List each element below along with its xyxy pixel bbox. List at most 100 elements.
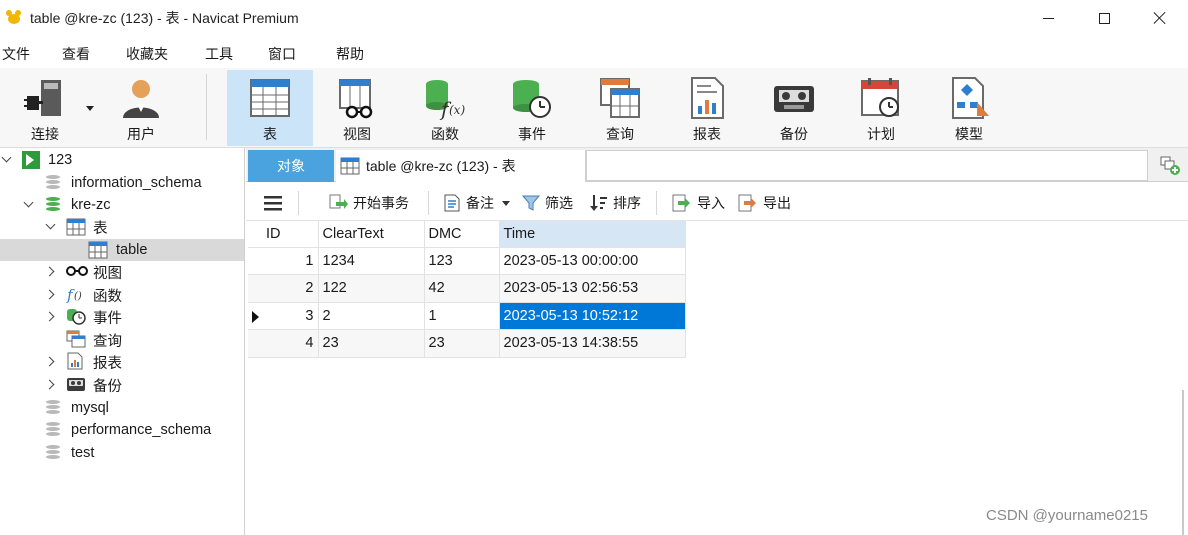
cell-cleartext[interactable]: 122 <box>318 274 425 303</box>
chevron-right-icon[interactable] <box>46 379 56 389</box>
cell-dmc[interactable]: 42 <box>424 274 500 303</box>
tree-db-kre-zc[interactable]: kre-zc <box>0 194 244 216</box>
column-header-id[interactable]: ID <box>262 221 319 248</box>
connection-label: 123 <box>48 152 73 168</box>
export-button[interactable]: 导出 <box>738 193 791 213</box>
cell-cleartext[interactable]: 23 <box>318 329 425 358</box>
chevron-right-icon[interactable] <box>46 289 56 299</box>
object-tree: 123 information_schema kre-zc 表 table 视图… <box>0 148 245 535</box>
sort-button[interactable]: 排序 <box>590 193 641 213</box>
chevron-right-icon[interactable] <box>46 356 56 366</box>
close-button[interactable] <box>1132 0 1188 36</box>
grid-header-row: ID ClearText DMC Time <box>248 221 686 248</box>
tree-db-mysql[interactable]: mysql <box>0 397 244 419</box>
functions-folder-label: 函数 <box>93 288 122 305</box>
cell-time[interactable]: 2023-05-13 02:56:53 <box>499 274 686 303</box>
cell-time-selected[interactable]: 2023-05-13 10:52:12 <box>499 302 686 330</box>
table-row[interactable]: 1 1234 123 2023-05-13 00:00:00 <box>248 247 686 275</box>
menu-help[interactable]: 帮助 <box>336 44 364 64</box>
row-marker[interactable] <box>248 247 262 275</box>
column-header-cleartext[interactable]: ClearText <box>318 221 425 248</box>
cell-cleartext[interactable]: 2 <box>318 302 425 330</box>
menu-file[interactable]: 文件 <box>2 44 30 64</box>
filter-button[interactable]: 筛选 <box>522 193 573 213</box>
import-button[interactable]: 导入 <box>672 193 725 213</box>
backup-button[interactable]: 备份 <box>751 70 837 146</box>
tree-events-folder[interactable]: 事件 <box>0 306 244 328</box>
note-button[interactable]: 备注 <box>443 193 510 213</box>
cell-dmc[interactable]: 1 <box>424 302 500 330</box>
export-icon <box>738 194 756 212</box>
tree-connection[interactable]: 123 <box>0 149 244 171</box>
cell-cleartext[interactable]: 1234 <box>318 247 425 275</box>
close-icon <box>1153 11 1167 25</box>
begin-transaction-button[interactable]: 开始事务 <box>328 193 409 213</box>
data-grid: ID ClearText DMC Time 1 1234 123 2023-05… <box>248 221 686 358</box>
column-header-time[interactable]: Time <box>499 221 686 248</box>
model-button[interactable]: 模型 <box>926 70 1012 146</box>
chevron-down-icon[interactable] <box>46 221 56 231</box>
column-header-dmc[interactable]: DMC <box>424 221 500 248</box>
cell-id[interactable]: 4 <box>262 329 319 358</box>
maximize-button[interactable] <box>1076 0 1132 36</box>
hamburger-icon <box>264 196 282 211</box>
view-icon <box>335 76 379 120</box>
row-marker[interactable] <box>248 329 262 358</box>
user-icon <box>119 76 163 120</box>
cell-dmc[interactable]: 23 <box>424 329 500 358</box>
menu-view[interactable]: 查看 <box>62 44 90 64</box>
tree-functions-folder[interactable]: f() 函数 <box>0 284 244 306</box>
user-button[interactable]: 用户 <box>98 70 184 146</box>
export-label: 导出 <box>763 195 791 211</box>
chevron-down-icon[interactable] <box>502 200 510 206</box>
cell-time[interactable]: 2023-05-13 14:38:55 <box>499 329 686 358</box>
table-row-selected[interactable]: 3 2 1 2023-05-13 10:52:12 <box>248 302 686 330</box>
table-row[interactable]: 4 23 23 2023-05-13 14:38:55 <box>248 329 686 358</box>
tree-reports-folder[interactable]: 报表 <box>0 351 244 373</box>
tree-table-item[interactable]: table <box>0 239 244 261</box>
new-object-button[interactable] <box>1160 156 1182 176</box>
cell-id[interactable]: 3 <box>262 302 319 330</box>
tree-db-test[interactable]: test <box>0 442 244 464</box>
add-object-icon <box>1160 156 1180 175</box>
tree-db-performance-schema[interactable]: performance_schema <box>0 419 244 441</box>
schedule-button[interactable]: 计划 <box>838 70 924 146</box>
chevron-down-icon[interactable] <box>86 106 94 111</box>
backups-folder-label: 备份 <box>93 378 122 395</box>
chevron-down-icon[interactable] <box>24 199 34 209</box>
table-row[interactable]: 2 122 42 2023-05-13 02:56:53 <box>248 274 686 303</box>
chevron-right-icon[interactable] <box>46 311 56 321</box>
cell-dmc[interactable]: 123 <box>424 247 500 275</box>
chevron-down-icon[interactable] <box>2 154 12 164</box>
menu-hamburger-button[interactable] <box>264 193 282 213</box>
event-icon <box>66 307 86 325</box>
view-button[interactable]: 视图 <box>314 70 400 146</box>
function-icon: f (x) <box>423 76 467 121</box>
event-button[interactable]: 事件 <box>489 70 575 146</box>
menu-tools[interactable]: 工具 <box>205 44 233 64</box>
tree-backups-folder[interactable]: 备份 <box>0 374 244 396</box>
tab-table-document[interactable]: table @kre-zc (123) - 表 <box>336 150 586 182</box>
cell-id[interactable]: 2 <box>262 274 319 303</box>
table-button[interactable]: 表 <box>227 70 313 146</box>
tree-tables-folder[interactable]: 表 <box>0 216 244 238</box>
chevron-right-icon[interactable] <box>46 266 56 276</box>
cell-time[interactable]: 2023-05-13 00:00:00 <box>499 247 686 275</box>
query-button[interactable]: 查询 <box>577 70 663 146</box>
row-marker[interactable] <box>248 302 262 330</box>
function-button[interactable]: f (x) 函数 <box>402 70 488 146</box>
row-marker[interactable] <box>248 274 262 303</box>
cell-id[interactable]: 1 <box>262 247 319 275</box>
tree-views-folder[interactable]: 视图 <box>0 261 244 283</box>
menu-window[interactable]: 窗口 <box>268 44 296 64</box>
report-button[interactable]: 报表 <box>664 70 750 146</box>
tree-db-information-schema[interactable]: information_schema <box>0 172 244 194</box>
minimize-button[interactable] <box>1020 0 1076 36</box>
tree-queries-folder[interactable]: 查询 <box>0 329 244 351</box>
menu-favorites[interactable]: 收藏夹 <box>126 44 168 64</box>
connect-button[interactable]: 连接 <box>2 70 88 146</box>
tab-objects[interactable]: 对象 <box>248 150 334 182</box>
table-icon <box>248 76 292 120</box>
action-divider <box>656 191 657 215</box>
vertical-scrollbar[interactable] <box>1182 390 1184 535</box>
